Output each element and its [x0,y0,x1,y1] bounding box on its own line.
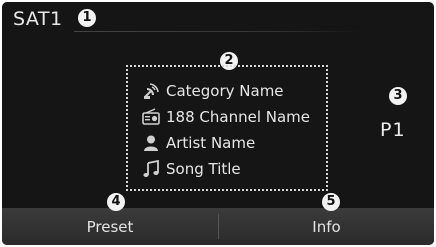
callout-1: 1 [78,9,96,27]
song-title: Song Title [166,160,241,178]
broadcast-info-box: Category Name 188 Channel Name Artist Na… [126,65,328,191]
satellite-icon [142,82,160,100]
music-note-icon [142,160,160,178]
preset-number: P1 [380,119,406,141]
callout-4: 4 [107,193,125,211]
preset-button[interactable]: Preset [2,208,218,245]
artist-row: Artist Name [142,132,255,154]
radio-screen: SAT1 1 2 3 4 5 Category Name 188 Channel… [2,2,434,245]
channel-row: 188 Channel Name [142,106,310,128]
radio-icon [142,108,160,126]
category-row: Category Name [142,80,284,102]
artist-name: Artist Name [166,134,256,152]
callout-5: 5 [322,193,340,211]
category-name: Category Name [166,82,284,100]
channel-name: 188 Channel Name [166,108,311,126]
title-bar: SAT1 [2,2,434,36]
song-row: Song Title [142,158,241,180]
title-divider [74,31,362,32]
source-title: SAT1 [13,8,63,30]
bottom-button-bar: Preset Info [2,208,434,245]
callout-3: 3 [389,87,407,105]
info-button[interactable]: Info [219,208,434,245]
artist-icon [142,134,160,152]
